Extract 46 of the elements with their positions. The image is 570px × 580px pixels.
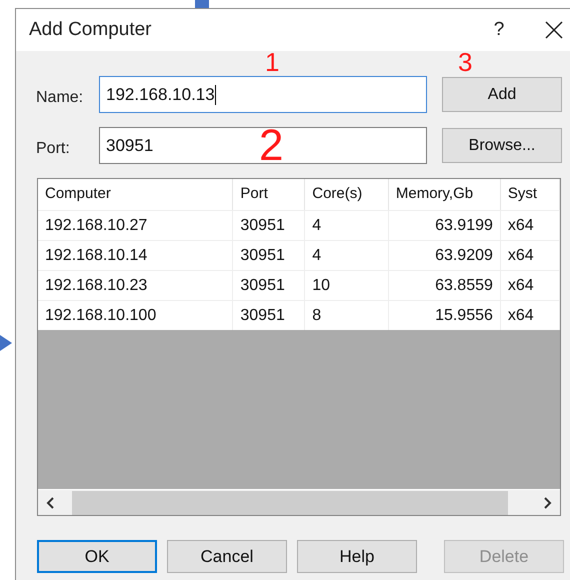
field-button[interactable]: Browse... <box>442 128 562 163</box>
scroll-right-icon[interactable] <box>542 496 552 508</box>
table-cell: 30951 <box>233 271 306 300</box>
text-field[interactable]: 192.168.10.13 <box>99 76 427 113</box>
table-cell: x64 <box>500 271 560 300</box>
scroll-left-icon[interactable] <box>46 496 56 508</box>
table-cell: 192.168.10.100 <box>38 301 234 330</box>
field-label: Name: <box>36 88 84 108</box>
table-cell: 63.9199 <box>388 211 501 240</box>
close-button[interactable] <box>544 20 564 40</box>
table-cell: 8 <box>305 301 389 330</box>
table-cell: x64 <box>500 241 560 270</box>
table-cell: x64 <box>500 211 560 240</box>
scrollbar-thumb[interactable] <box>72 490 508 514</box>
table-cell: 63.9209 <box>388 241 501 270</box>
close-icon <box>545 21 563 39</box>
help-button[interactable]: ? <box>484 16 514 44</box>
dialog-button[interactable]: Help <box>297 540 417 573</box>
arrow-marker <box>0 335 12 351</box>
table-cell: 192.168.10.27 <box>38 211 234 240</box>
table-cell: 192.168.10.14 <box>38 241 234 270</box>
table-cell: 63.8559 <box>388 271 501 300</box>
horizontal-scrollbar[interactable] <box>38 489 560 515</box>
column-header[interactable]: Port <box>233 179 306 210</box>
annotation-number: 3 <box>458 49 472 75</box>
dialog-button[interactable]: OK <box>37 540 157 573</box>
column-header[interactable]: Syst <box>500 179 560 210</box>
dialog-button[interactable]: Cancel <box>167 540 287 573</box>
background-shape <box>195 0 209 8</box>
field-button[interactable]: Add <box>442 77 562 112</box>
field-label: Port: <box>36 138 71 158</box>
table-cell: 30951 <box>233 301 306 330</box>
text-caret <box>214 84 216 104</box>
table-cell: 192.168.10.23 <box>38 271 234 300</box>
column-header[interactable]: Memory,Gb <box>388 179 501 210</box>
annotation-number: 1 <box>265 49 280 75</box>
column-header[interactable]: Computer <box>38 179 234 210</box>
table-cell: 10 <box>305 271 389 300</box>
column-header[interactable]: Core(s) <box>305 179 389 210</box>
table-cell: x64 <box>500 301 560 330</box>
table-cell: 30951 <box>233 241 306 270</box>
table-cell: 15.9556 <box>388 301 501 330</box>
table-cell: 30951 <box>233 211 306 240</box>
table-cell: 4 <box>305 241 389 270</box>
window-title: Add Computer <box>29 18 152 42</box>
table-cell: 4 <box>305 211 389 240</box>
